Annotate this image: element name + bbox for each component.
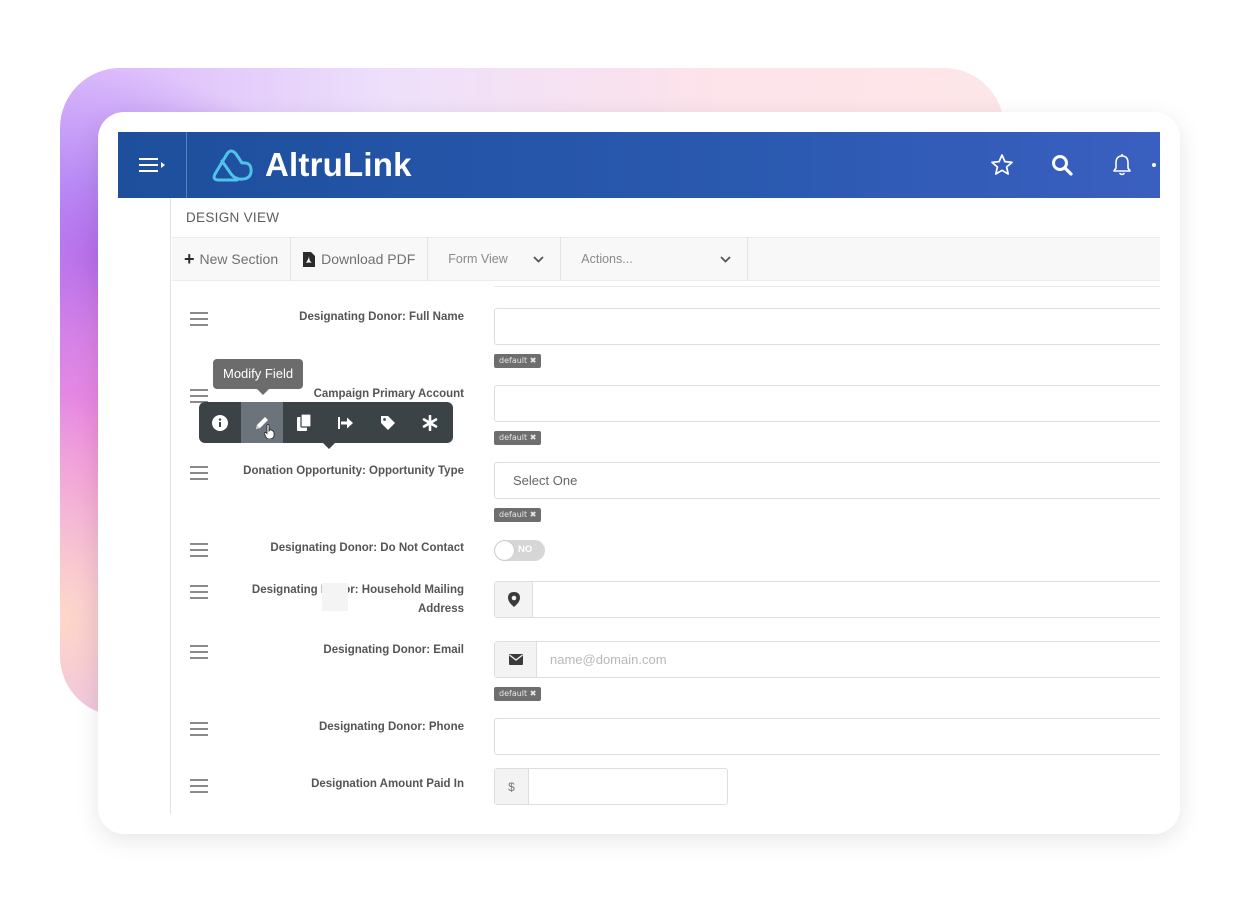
- pdf-file-icon: [303, 251, 316, 267]
- do-not-contact-toggle[interactable]: NO: [494, 540, 545, 561]
- envelope-icon: [508, 654, 523, 665]
- drag-handle-icon[interactable]: [190, 543, 208, 557]
- menu-toggle-button[interactable]: [118, 132, 187, 198]
- drag-handle-icon[interactable]: [190, 779, 208, 793]
- drag-handle-icon[interactable]: [190, 645, 208, 659]
- drag-handle-icon[interactable]: [190, 466, 208, 480]
- header-actions: [972, 132, 1160, 198]
- tag-icon: [381, 415, 395, 430]
- bell-icon: [1113, 154, 1131, 176]
- toggle-state: NO: [518, 544, 533, 555]
- opportunity-type-select[interactable]: Select One: [494, 462, 1160, 499]
- brand-name: AltruLink: [265, 146, 412, 183]
- phone-input[interactable]: [494, 718, 1160, 755]
- actions-select-value: Actions...: [581, 252, 633, 266]
- new-section-label: New Section: [199, 251, 279, 267]
- mailing-address-input[interactable]: [494, 581, 1160, 618]
- overflow-dot-icon: [1152, 163, 1156, 167]
- field-label: Designating Donor: Full Name: [299, 311, 464, 323]
- full-name-input[interactable]: [494, 308, 1160, 345]
- chevron-down-icon: [720, 255, 731, 263]
- hover-highlight: [322, 583, 348, 611]
- top-header: AltruLink: [118, 132, 1160, 198]
- user-menu-edge[interactable]: [1152, 132, 1160, 198]
- tooltip-arrow: [257, 389, 269, 395]
- address-addon: [495, 582, 533, 617]
- plus-icon: +: [184, 248, 195, 269]
- amount-paid-input[interactable]: $: [494, 768, 728, 805]
- new-section-button[interactable]: + New Section: [172, 237, 292, 281]
- info-icon: [212, 414, 228, 431]
- view-select[interactable]: Form View: [428, 237, 562, 281]
- close-icon: ✖: [529, 689, 537, 698]
- app-window: AltruLink DESIGN VIEW + New Section Down…: [118, 132, 1160, 814]
- currency-addon: $: [495, 769, 529, 804]
- asterisk-icon: [422, 414, 438, 431]
- field-action-toolbar: [199, 402, 453, 449]
- drag-handle-icon[interactable]: [190, 722, 208, 736]
- field-label: Designating Donor: Email: [323, 644, 464, 656]
- required-field-button[interactable]: [409, 402, 451, 443]
- star-icon: [991, 154, 1013, 175]
- drag-handle-icon[interactable]: [190, 585, 208, 599]
- page-title: DESIGN VIEW: [186, 210, 280, 225]
- favorites-button[interactable]: [972, 132, 1032, 198]
- move-right-icon: [338, 416, 353, 429]
- drag-handle-icon[interactable]: [190, 389, 208, 403]
- download-pdf-button[interactable]: Download PDF: [291, 237, 429, 281]
- drag-handle-icon[interactable]: [190, 312, 208, 326]
- stage: AltruLink DESIGN VIEW + New Section Down…: [0, 0, 1240, 900]
- default-tag[interactable]: default ✖: [494, 687, 542, 701]
- email-addon: [495, 642, 537, 677]
- map-marker-icon: [507, 592, 520, 607]
- copy-icon: [296, 414, 312, 431]
- chevron-down-icon: [533, 255, 544, 263]
- search-button[interactable]: [1032, 132, 1092, 198]
- field-label: Designating Donor: Phone: [318, 721, 464, 733]
- default-tag[interactable]: default ✖: [494, 431, 542, 445]
- close-icon: ✖: [529, 510, 537, 519]
- actions-select[interactable]: Actions...: [561, 237, 749, 281]
- default-tag[interactable]: default ✖: [494, 508, 542, 522]
- field-label: Designating Donor: Do Not Contact: [270, 542, 464, 554]
- tooltip: Modify Field: [213, 359, 304, 395]
- left-gutter: [118, 198, 171, 814]
- copy-field-button[interactable]: [283, 402, 325, 443]
- close-icon: ✖: [529, 356, 537, 365]
- download-pdf-label: Download PDF: [321, 251, 416, 267]
- select-value: Select One: [513, 473, 578, 488]
- logo-icon: [212, 149, 253, 182]
- email-placeholder: name@domain.com: [550, 652, 667, 667]
- notifications-button[interactable]: [1092, 132, 1152, 198]
- brand-logo[interactable]: AltruLink: [209, 146, 412, 184]
- field-label: Donation Opportunity: Opportunity Type: [243, 465, 464, 477]
- modify-field-button[interactable]: [241, 402, 283, 443]
- close-icon: ✖: [529, 433, 537, 442]
- field-info-button[interactable]: [199, 402, 241, 443]
- hand-cursor-icon: [264, 424, 275, 439]
- tag-field-button[interactable]: [367, 402, 409, 443]
- search-icon: [1052, 155, 1073, 176]
- view-select-value: Form View: [448, 252, 508, 266]
- default-tag[interactable]: default ✖: [494, 354, 542, 368]
- menu-icon: [139, 158, 165, 172]
- field-label: Designating Donor: Household Mailing Add…: [251, 584, 464, 615]
- email-input[interactable]: name@domain.com: [494, 641, 1160, 678]
- main-content: DESIGN VIEW + New Section Download PDF F…: [172, 198, 1160, 814]
- campaign-account-input[interactable]: [494, 385, 1160, 422]
- toggle-knob: [495, 541, 514, 560]
- move-field-button[interactable]: [325, 402, 367, 443]
- section-divider: [494, 281, 1160, 287]
- popup-arrow: [323, 443, 335, 449]
- field-label: Designation Amount Paid In: [311, 778, 464, 790]
- screenshot-card: AltruLink DESIGN VIEW + New Section Down…: [98, 112, 1180, 834]
- design-toolbar: + New Section Download PDF Form View Act…: [172, 237, 1160, 281]
